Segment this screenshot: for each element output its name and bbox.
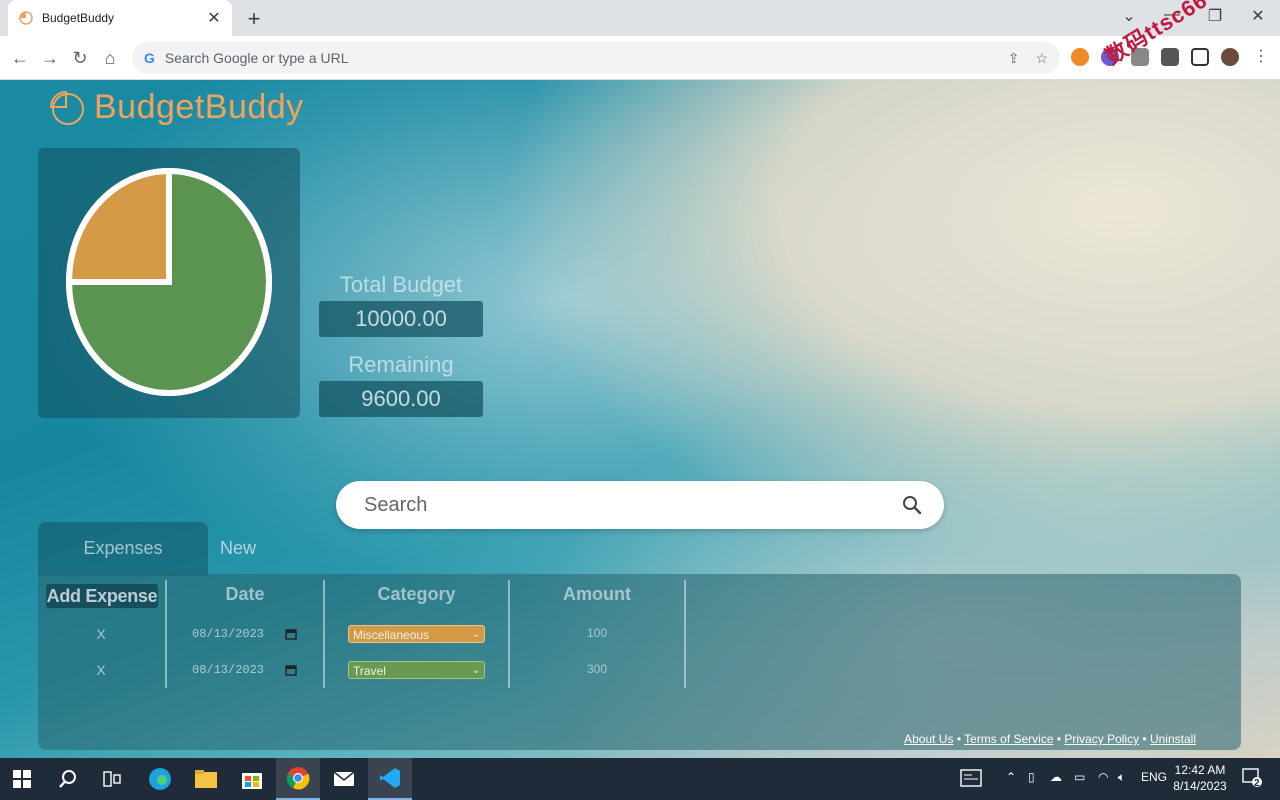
pie-logo-icon — [50, 90, 84, 125]
chevron-down-icon: ⌄ — [471, 629, 480, 640]
expense-category-select[interactable]: Travel ⌄ — [348, 661, 485, 679]
back-arrow-icon[interactable]: ← — [8, 46, 32, 70]
budgetbuddy-favicon-icon — [19, 11, 33, 25]
footer-separator: • — [1056, 732, 1062, 746]
footer-links: About Us • Terms of Service • Privacy Po… — [904, 732, 1196, 746]
budgetbuddy-page: BudgetBuddy Total Budget 10000.00 Remain… — [0, 80, 1280, 758]
share-icon[interactable]: ⇪ — [1008, 50, 1020, 67]
uninstall-link[interactable]: Uninstall — [1150, 732, 1196, 746]
new-tab-button[interactable]: + — [244, 6, 264, 32]
footer-separator: • — [956, 732, 962, 746]
category-column-header: Category — [377, 584, 456, 604]
profile-avatar[interactable] — [1221, 48, 1239, 66]
calendar-icon[interactable] — [285, 628, 297, 640]
privacy-policy-link[interactable]: Privacy Policy — [1064, 732, 1139, 746]
mail-icon[interactable] — [322, 758, 366, 800]
expense-category-value: Miscellaneous — [353, 628, 430, 642]
remaining-value: 9600.00 — [319, 381, 483, 417]
tray-chevron-up-icon[interactable]: ⌃ — [1006, 770, 1016, 784]
column-divider — [684, 580, 686, 688]
battery-icon[interactable]: ▭ — [1074, 770, 1085, 784]
search-icon[interactable] — [902, 495, 922, 515]
search-taskbar-icon[interactable] — [46, 758, 90, 800]
chrome-taskbar-icon[interactable] — [276, 758, 320, 800]
news-widget-icon[interactable] — [960, 769, 982, 790]
browser-tab-budgetbuddy[interactable]: BudgetBuddy ✕ — [8, 0, 232, 36]
home-icon[interactable]: ⌂ — [98, 46, 122, 70]
extension-fire-icon[interactable] — [1071, 48, 1089, 66]
google-g-icon: G — [144, 50, 155, 66]
edge-browser-icon[interactable] — [138, 758, 182, 800]
clock-time: 12:42 AM — [1174, 763, 1226, 777]
system-clock[interactable]: 12:42 AM 8/14/2023 — [1168, 762, 1232, 794]
file-explorer-icon[interactable] — [184, 758, 228, 800]
windows-taskbar: ⌃ ▯ ☁ ▭ ◠ 🔈︎ ENG 12:42 AM 8/14/2023 2 — [0, 758, 1280, 800]
expense-date-value: 08/13/2023 — [192, 663, 265, 677]
menu-kebab-icon[interactable]: ⋮ — [1252, 48, 1270, 66]
reload-icon[interactable]: ↻ — [68, 46, 92, 70]
chevron-down-icon: ⌄ — [471, 665, 480, 676]
amount-column-header: Amount — [563, 584, 631, 604]
volume-icon[interactable]: 🔈︎ — [1118, 770, 1125, 785]
tab-close-icon[interactable]: ✕ — [206, 8, 222, 28]
expense-date-input[interactable]: 08/13/2023 — [192, 660, 297, 680]
expense-amount: 100 — [586, 626, 608, 640]
browser-tab-bar: BudgetBuddy ✕ + ⌄ — ❐ ✕ — [0, 0, 1280, 36]
date-column-header: Date — [225, 584, 265, 604]
expense-date-input[interactable]: 08/13/2023 — [192, 624, 297, 644]
notification-count: 2 — [1254, 778, 1260, 789]
budget-pie-chart — [65, 167, 272, 396]
brand-name: BudgetBuddy — [94, 88, 304, 126]
windows-start-icon[interactable] — [0, 758, 44, 800]
bookmark-star-icon[interactable]: ☆ — [1035, 50, 1048, 67]
address-bar[interactable]: G Search Google or type a URL ⇪ ☆ — [132, 42, 1060, 74]
expense-category-value: Travel — [353, 664, 386, 678]
total-budget-label: Total Budget — [339, 272, 463, 297]
address-placeholder: Search Google or type a URL — [164, 50, 349, 66]
tab-expenses[interactable]: Expenses — [38, 522, 208, 576]
extensions-puzzle-icon[interactable] — [1161, 48, 1179, 66]
add-expense-button[interactable]: Add Expense — [46, 584, 158, 608]
remaining-label: Remaining — [348, 352, 454, 377]
expense-amount: 300 — [586, 662, 608, 676]
language-indicator[interactable]: ENG — [1141, 770, 1167, 784]
calendar-icon[interactable] — [285, 664, 297, 676]
delete-expense-button[interactable]: X — [93, 626, 109, 642]
expenses-table: Add Expense Date Category Amount X 08/13… — [38, 574, 1241, 750]
vscode-icon[interactable] — [368, 758, 412, 800]
task-view-icon[interactable] — [90, 758, 134, 800]
notification-center-icon[interactable] — [1242, 768, 1264, 791]
microsoft-store-icon[interactable] — [230, 758, 274, 800]
search-input[interactable] — [364, 493, 902, 517]
terms-of-service-link[interactable]: Terms of Service — [964, 732, 1053, 746]
expense-date-value: 08/13/2023 — [192, 627, 265, 641]
about-us-link[interactable]: About Us — [904, 732, 953, 746]
onedrive-icon[interactable]: ☁ — [1050, 770, 1062, 784]
tray-device-icon[interactable]: ▯ — [1028, 770, 1035, 784]
close-window-button[interactable]: ✕ — [1246, 6, 1270, 26]
tab-title: BudgetBuddy — [42, 11, 115, 25]
footer-separator: • — [1142, 732, 1147, 746]
total-budget-value: 10000.00 — [319, 301, 483, 337]
delete-expense-button[interactable]: X — [93, 662, 109, 678]
forward-arrow-icon[interactable]: → — [38, 46, 62, 70]
expense-category-select[interactable]: Miscellaneous ⌄ — [348, 625, 485, 643]
wifi-icon[interactable]: ◠ — [1098, 770, 1108, 784]
budget-pie-card — [38, 148, 300, 418]
brand-logo: BudgetBuddy — [50, 88, 304, 127]
side-panel-icon[interactable] — [1191, 48, 1209, 66]
search-bar — [336, 481, 944, 529]
clock-date: 8/14/2023 — [1173, 779, 1227, 793]
tab-new[interactable]: New — [208, 522, 268, 574]
